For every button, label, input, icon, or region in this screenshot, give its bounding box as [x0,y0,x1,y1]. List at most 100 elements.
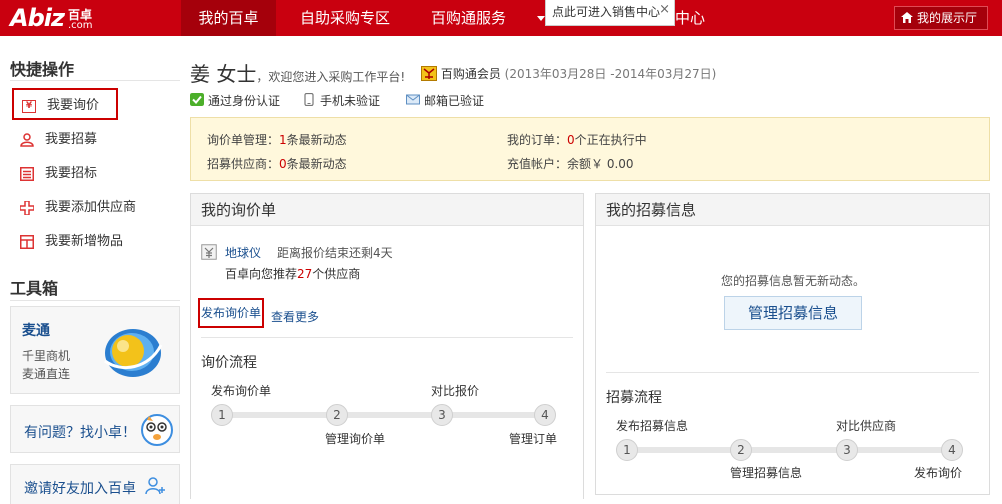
stat-label: 我的订单： [507,133,568,147]
add-person-icon [145,477,165,495]
verify-label: 通过身份认证 [208,94,281,108]
activity-summary: 询价单管理：1条最新动态 招募供应商：0条最新动态 我的订单：0个正在执行中 充… [190,117,990,181]
recommend-suffix: 个供应商 [312,267,361,281]
mail-icon [406,94,420,105]
divider [10,300,180,301]
list-icon [20,167,34,181]
panel-title: 我的招募信息 [596,194,989,226]
welcome-text: ，欢迎您进入采购工作平台! [256,70,406,84]
step-1-circle: 1 [211,404,233,426]
stat-count: 1 [279,133,287,147]
recruit-stat[interactable]: 招募供应商：0条最新动态 [207,155,347,172]
quick-item-label: 我要招募 [45,132,98,147]
recruit-empty-text: 您的招募信息暂无新动态。 [721,274,866,288]
maitong-globe-icon [104,329,163,377]
divider [606,372,979,373]
maitong-title: 麦通 [22,323,50,339]
my-recruit-panel: 我的招募信息 您的招募信息暂无新动态。 招募流程 发布招募信息 对比供应商 1 … [595,193,990,495]
person-icon [20,133,34,147]
chevron-down-icon[interactable] [537,16,545,21]
step-2-label: 管理询价单 [325,432,386,446]
quick-item-recruit[interactable]: 我要招募 [12,124,177,156]
quick-item-add-goods[interactable]: 我要新增物品 [12,226,177,258]
nav-my-abiz[interactable]: 我的百卓 [181,0,276,36]
recharge-stat[interactable]: 充值帐户：余额￥ 0.00 [507,155,634,172]
view-more-link[interactable]: 查看更多 [271,308,319,325]
step-2-circle: 2 [730,439,752,461]
quick-item-add-supplier[interactable]: 我要添加供应商 [12,192,177,224]
box-icon [20,235,34,249]
member-period: (2013年03月28日 -2014年03月27日) [504,67,717,81]
nav-self-purchase[interactable]: 自助采购专区 [285,0,405,36]
nav-baigoutong-service[interactable]: 百购通服务 [416,0,521,36]
abiz-logo[interactable]: Abiz 百卓 .com [10,4,105,34]
inquiry-item-link[interactable]: 地球仪 [225,244,261,261]
flow-track [223,412,553,418]
stat-label: 询价单管理： [207,133,280,147]
quick-item-label: 我要添加供应商 [45,200,137,215]
help-text: 有问题？找小卓！ [24,425,136,441]
yuan-document-icon [201,244,217,260]
nav-sales-center[interactable]: 中心 [670,0,710,36]
maitong-line1: 千里商机 [22,349,71,363]
yuan-icon: ¥ [22,100,36,113]
close-icon[interactable]: × [659,0,670,22]
logo-com-text: .com [68,20,93,31]
publish-inquiry-link[interactable]: 发布询价单 [198,298,264,328]
quick-item-label: 我要新增物品 [45,234,124,249]
toolbox-title: 工具箱 [10,279,59,298]
panel-title: 我的询价单 [191,194,583,226]
quick-item-label: 我要招标 [45,166,98,181]
step-2-label: 管理招募信息 [730,466,803,480]
mascot-icon [141,414,173,446]
email-verified[interactable]: 邮箱已验证 [406,92,484,109]
user-greeting: 姜 女士，欢迎您进入采购工作平台! [190,58,405,87]
step-1-circle: 1 [616,439,638,461]
verify-label: 邮箱已验证 [424,94,485,108]
showroom-label: 我的展示厅 [917,11,978,25]
inquiry-deadline: 距离报价结束还剩4天 [277,246,393,260]
flow-track [628,447,958,453]
stat-suffix: 条最新动态 [286,133,347,147]
quick-item-tender[interactable]: 我要招标 [12,158,177,190]
phone-icon [304,93,314,106]
recommend-count: 27 [297,267,313,281]
inquiry-stat[interactable]: 询价单管理：1条最新动态 [207,131,347,148]
top-navigation-bar: Abiz 百卓 .com 我的百卓 自助采购专区 百购通服务 中心 点此可进入销… [0,0,1002,36]
orders-stat[interactable]: 我的订单：0个正在执行中 [507,131,647,148]
quick-actions-title: 快捷操作 [10,60,75,79]
quick-item-label: 我要询价 [47,98,100,113]
step-4-label: 发布询价 [914,466,963,480]
my-inquiry-panel: 我的询价单 地球仪 距离报价结束还剩4天 百卓向您推荐27个供应商 发布询价单 … [190,193,584,499]
recommend-text: 百卓向您推荐27个供应商 [225,265,360,282]
stat-suffix: 条最新动态 [286,157,347,171]
step-2-circle: 2 [326,404,348,426]
phone-unverified[interactable]: 手机未验证 [302,92,380,109]
membership-info: 百购通会员 (2013年03月28日 -2014年03月27日) [421,65,716,82]
step-3-label: 对比供应商 [836,419,897,433]
step-3-label: 对比报价 [431,384,480,398]
step-4-circle: 4 [941,439,963,461]
member-badge-icon [421,66,437,81]
check-icon [190,93,204,106]
stat-count: 0 [279,157,287,171]
manage-recruit-button[interactable]: 管理招募信息 [724,296,862,330]
tooltip-text: 点此可进入销售中心 [552,5,661,19]
identity-verified[interactable]: 通过身份认证 [190,92,280,109]
member-label: 百购通会员 [440,67,501,81]
step-4-circle: 4 [534,404,556,426]
my-showroom-button[interactable]: 我的展示厅 [894,6,988,30]
maitong-card[interactable]: 麦通 千里商机 麦通直连 [10,306,180,394]
help-card[interactable]: 有问题？找小卓！ [10,405,180,453]
sales-center-tooltip[interactable]: 点此可进入销售中心 × [545,0,675,26]
invite-text: 邀请好友加入百卓 [24,481,136,497]
step-3-circle: 3 [836,439,858,461]
invite-card[interactable]: 邀请好友加入百卓 [10,464,180,504]
step-4-label: 管理订单 [509,432,558,446]
stat-suffix: 个正在执行中 [574,133,647,147]
quick-item-inquiry[interactable]: ¥ 我要询价 [12,88,118,120]
maitong-line2: 麦通直连 [22,367,71,381]
stat-count: 0 [567,133,575,147]
inquiry-flow-title: 询价流程 [201,355,257,371]
stat-label: 充值帐户：余额￥ 0.00 [507,157,634,171]
